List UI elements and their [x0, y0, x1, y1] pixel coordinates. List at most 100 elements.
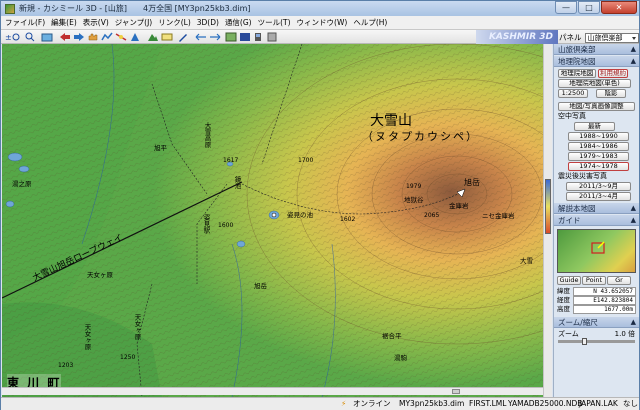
altitude-value: 1677.00m — [573, 305, 636, 314]
label-elev-1600: 1600 — [218, 222, 234, 229]
label-tahara: 湯之原 — [12, 180, 32, 188]
status-file: MY3pn25kb3.dim — [399, 399, 465, 408]
label-elev-1979: 1979 — [406, 183, 422, 190]
horizontal-scroll-thumb[interactable] — [452, 389, 460, 394]
label-sugatami: 姿見の池 — [287, 211, 313, 219]
label-tenjo: 天女ヶ原 — [133, 314, 141, 340]
zoom-slider-thumb[interactable] — [582, 338, 587, 345]
menu-bar: ファイル(F) 編集(E) 表示(V) ジャンプ(J) リンク(L) 3D(D)… — [1, 16, 639, 30]
app-icon — [5, 3, 15, 14]
latitude-row: 緯度 N 43.652057 — [557, 287, 636, 296]
close-button[interactable]: ✕ — [601, 1, 637, 14]
menu-jump[interactable]: ジャンプ(J) — [115, 17, 152, 28]
map-horizontal-scrollbar[interactable] — [2, 387, 543, 395]
pen-icon[interactable] — [177, 32, 189, 42]
status-online: オンライン — [353, 399, 391, 408]
photo-icon[interactable] — [239, 32, 251, 42]
aerial-1984-button[interactable]: 1984~1986 — [568, 142, 629, 151]
menu-help[interactable]: ヘルプ(H) — [353, 17, 387, 28]
panel-label: パネル — [559, 33, 582, 42]
label-sumiyoshi: 姿見駅 — [202, 214, 210, 234]
section-chiriin-header[interactable]: 地理院地図 ▲ — [554, 56, 639, 67]
collapse-icon[interactable]: ▲ — [631, 317, 636, 328]
point-icon[interactable] — [129, 32, 141, 42]
link-left-icon[interactable] — [195, 32, 207, 42]
panel-dropdown[interactable]: 山旅倶楽部 — [584, 32, 639, 43]
link-right-icon[interactable] — [209, 32, 221, 42]
menu-file[interactable]: ファイル(F) — [5, 17, 45, 28]
quake-2011b-button[interactable]: 2011/3~4月 — [566, 192, 631, 201]
section-yamatabi-header[interactable]: 山旅倶楽部 ▲ — [554, 44, 639, 55]
minimize-button[interactable]: — — [555, 1, 577, 14]
forward-arrow-icon[interactable] — [73, 32, 85, 42]
status-none: なし — [623, 399, 638, 408]
label-elev-1700: 1700 — [298, 157, 314, 164]
gps-icon[interactable] — [253, 32, 263, 42]
image-adjust-button[interactable]: 地図/写真画像調整 — [558, 102, 635, 111]
section-zoom-header[interactable]: ズーム/縮尺 ▲ — [554, 317, 639, 328]
label-asahidake: 旭岳 — [464, 178, 480, 187]
label-kinkobu: 金庫岩 — [449, 202, 469, 210]
settings-icon[interactable] — [267, 32, 277, 42]
hand-icon[interactable] — [87, 32, 99, 42]
aerial-1988-button[interactable]: 1988~1990 — [568, 132, 629, 141]
menu-comm[interactable]: 通信(G) — [225, 17, 252, 28]
latitude-value: N 43.652057 — [573, 287, 636, 296]
elevation-scale-thumb[interactable] — [545, 179, 551, 234]
svg-text:±: ± — [5, 33, 12, 42]
menu-view[interactable]: 表示(V) — [83, 17, 109, 28]
maximize-button[interactable]: □ — [578, 1, 600, 14]
guide-tab-guide[interactable]: Guide — [557, 276, 581, 285]
section-zoom-title: ズーム/縮尺 — [558, 318, 598, 327]
label-tenjo2: 天女ヶ原 — [87, 271, 113, 279]
guide-tab-gr[interactable]: Gr — [607, 276, 631, 285]
zoom-row: ズーム 1.0 倍 — [554, 328, 639, 340]
menu-tools[interactable]: ツール(T) — [258, 17, 291, 28]
collapse-icon[interactable]: ▲ — [631, 215, 636, 226]
scale-button[interactable]: 1:2500 — [558, 89, 588, 98]
label-daisetsu: 大雪 — [520, 257, 533, 265]
zoom-label: ズーム — [558, 330, 579, 338]
mountain-icon[interactable] — [147, 32, 159, 42]
label-mirror: 鏡池 — [233, 176, 241, 189]
label-mountain: 大雪山 — [370, 113, 412, 129]
map-vertical-scrollbar[interactable] — [543, 44, 552, 397]
shadow-button[interactable]: 陰影 — [596, 89, 626, 98]
map-layer-icon[interactable] — [41, 32, 53, 42]
section-kaisetsu-header[interactable]: 解説本地図 ▲ — [554, 203, 639, 214]
zoom-out-icon[interactable] — [25, 32, 35, 42]
track-icon[interactable] — [115, 32, 127, 42]
guide-minimap[interactable] — [557, 229, 636, 273]
label-elev-2065: 2065 — [424, 212, 440, 219]
aerial-1979-button[interactable]: 1979~1983 — [568, 152, 629, 161]
collapse-icon[interactable]: ▲ — [631, 44, 636, 55]
label-icon[interactable] — [161, 32, 173, 42]
title-bar: 新規 - カシミール 3D - [山旅] 4万全国 [MY3pn25kb3.di… — [1, 1, 639, 16]
menu-link[interactable]: リンク(L) — [158, 17, 191, 28]
map-view[interactable]: 大雪山 （ヌタプカウシペ） 大雪山旭岳ロープウェイ 東 川 町 旭岳 地獄谷 金… — [2, 44, 543, 397]
collapse-icon[interactable]: ▲ — [631, 203, 636, 214]
collapse-icon[interactable]: ▲ — [631, 56, 636, 67]
aerial-1974-button[interactable]: 1974~1978 — [568, 162, 629, 171]
menu-window[interactable]: ウィンドウ(W) — [297, 17, 348, 28]
section-guide-header[interactable]: ガイド ▲ — [554, 215, 639, 226]
terrain-icon[interactable] — [225, 32, 237, 42]
quake-2011a-button[interactable]: 2011/3~9月 — [566, 182, 631, 191]
zoom-slider[interactable] — [558, 338, 635, 345]
aerial-latest-button[interactable]: 最新 — [574, 122, 615, 131]
menu-3d[interactable]: 3D(D) — [197, 18, 219, 27]
terms-button[interactable]: 利用規約 — [598, 69, 628, 78]
back-arrow-icon[interactable] — [59, 32, 71, 42]
panel-selector: パネル 山旅倶楽部 — [559, 32, 639, 43]
altitude-row: 高度 1677.00m — [557, 305, 636, 314]
brand-logo: KASHMIR 3D — [476, 30, 558, 44]
chiriin-mono-button[interactable]: 地理院地図(単色) — [558, 79, 631, 88]
route-icon[interactable] — [101, 32, 113, 42]
label-elev-1250: 1250 — [120, 354, 136, 361]
menu-edit[interactable]: 編集(E) — [51, 17, 77, 28]
guide-tab-point[interactable]: Point — [582, 276, 606, 285]
zoom-in-icon[interactable]: ± — [5, 32, 21, 42]
chiriin-map-button[interactable]: 地理院地図 — [558, 69, 596, 78]
status-bar: ⚡ オンライン MY3pn25kb3.dim FIRST.LML YAMADB2… — [1, 397, 639, 410]
section-yamatabi-title: 山旅倶楽部 — [558, 45, 596, 54]
